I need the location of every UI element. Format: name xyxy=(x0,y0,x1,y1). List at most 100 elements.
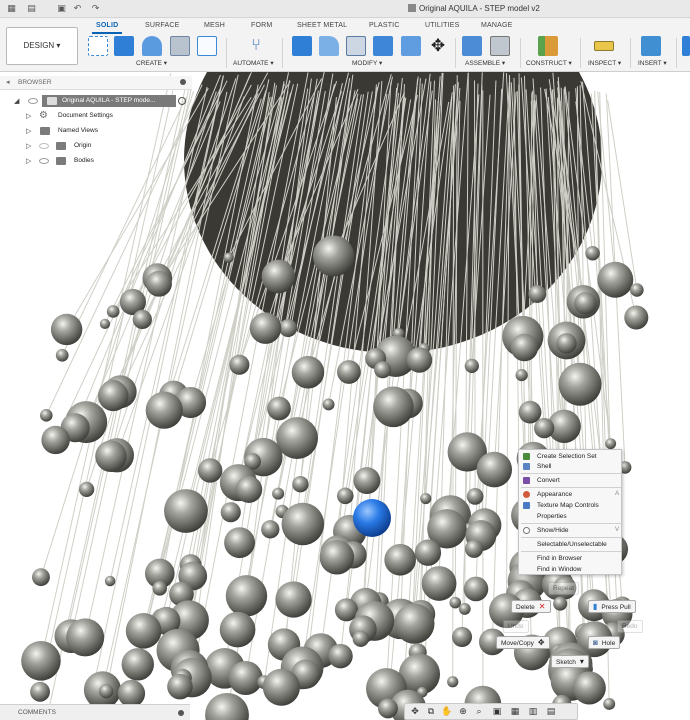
sphere-body[interactable] xyxy=(167,673,193,700)
sphere-body[interactable] xyxy=(225,575,268,617)
insert-image-icon[interactable] xyxy=(641,36,661,56)
menu-item-shell[interactable]: Shell xyxy=(519,461,623,472)
sphere-body[interactable] xyxy=(121,648,154,681)
sphere-body[interactable] xyxy=(104,575,116,587)
fit-icon[interactable]: ⌕ xyxy=(473,706,485,717)
sphere-body[interactable] xyxy=(378,698,398,719)
insert-group-label[interactable]: INSERT ▾ xyxy=(638,59,667,67)
offset-plane-icon[interactable] xyxy=(538,36,558,56)
sphere-body[interactable] xyxy=(205,692,249,720)
combine-icon[interactable] xyxy=(401,36,421,56)
menu-item-selectable[interactable]: Selectable/Unselectable xyxy=(519,539,623,550)
sphere-body[interactable] xyxy=(132,309,152,330)
move-icon[interactable]: ✥ xyxy=(428,36,448,56)
measure-icon[interactable] xyxy=(594,41,614,51)
sphere-body[interactable] xyxy=(337,360,361,384)
sphere-body[interactable] xyxy=(466,488,484,505)
construct-group-label[interactable]: CONSTRUCT ▾ xyxy=(526,59,572,67)
sphere-body[interactable] xyxy=(32,568,50,587)
tab-utilities[interactable]: UTILITIES xyxy=(425,22,459,29)
menu-item-texture-map-controls[interactable]: Texture Map Controls xyxy=(519,500,623,511)
menu-item-find-in-window[interactable]: Find in Window xyxy=(519,564,623,575)
sphere-body[interactable] xyxy=(125,612,162,649)
tab-surface[interactable]: SURFACE xyxy=(145,22,179,29)
sphere-body[interactable] xyxy=(510,333,539,362)
sphere-body[interactable] xyxy=(292,476,309,493)
collapse-icon[interactable]: ◂ xyxy=(6,78,10,86)
chamfer-icon[interactable] xyxy=(346,36,366,56)
hole-tool-icon[interactable] xyxy=(170,36,190,56)
comments-panel[interactable]: COMMENTS xyxy=(0,704,190,720)
sphere-body[interactable] xyxy=(21,641,61,681)
sphere-body[interactable] xyxy=(373,386,414,428)
sphere-body[interactable] xyxy=(624,305,649,330)
pan-icon[interactable]: ✋ xyxy=(441,706,453,717)
add-comment-icon[interactable] xyxy=(178,710,184,716)
collapsed-arrow-icon[interactable]: ▷ xyxy=(26,142,31,150)
collapsed-arrow-icon[interactable]: ▷ xyxy=(26,112,31,120)
marking-undo[interactable]: Undo xyxy=(503,620,529,633)
sphere-body[interactable] xyxy=(279,319,298,338)
sphere-body[interactable] xyxy=(337,487,354,505)
sphere-body[interactable] xyxy=(272,487,285,500)
selected-sphere[interactable] xyxy=(353,499,391,537)
sphere-body[interactable] xyxy=(229,354,250,375)
sphere-body[interactable] xyxy=(223,252,234,263)
shell-tool-icon[interactable] xyxy=(373,36,393,56)
sphere-body[interactable] xyxy=(528,285,547,303)
tab-manage[interactable]: MANAGE xyxy=(481,22,513,29)
sphere-body[interactable] xyxy=(603,698,616,710)
sphere-body[interactable] xyxy=(291,356,325,389)
assemble-group-label[interactable]: ASSEMBLE ▾ xyxy=(465,59,505,67)
sphere-body[interactable] xyxy=(281,502,325,546)
undo-icon[interactable]: ↶ xyxy=(72,3,83,14)
sphere-body[interactable] xyxy=(95,440,127,473)
3d-viewport[interactable] xyxy=(0,72,690,720)
sphere-body[interactable] xyxy=(39,409,53,422)
sphere-body[interactable] xyxy=(406,347,433,373)
sphere-body[interactable] xyxy=(464,539,484,558)
menu-item-appearance[interactable]: Appearance A xyxy=(519,489,623,500)
sphere-body[interactable] xyxy=(630,283,644,297)
modify-group-label[interactable]: MODIFY ▾ xyxy=(352,59,382,67)
marking-repeat[interactable]: Repeat xyxy=(548,582,579,595)
browser-header[interactable]: ◂ BROWSER xyxy=(0,76,192,90)
sphere-body[interactable] xyxy=(585,246,600,261)
orbit-icon[interactable]: ✥ xyxy=(409,706,421,717)
sphere-body[interactable] xyxy=(447,676,459,688)
marking-sketch[interactable]: Sketch ▾ xyxy=(551,655,589,668)
sphere-body[interactable] xyxy=(463,576,489,602)
look-at-icon[interactable]: ⧉ xyxy=(425,706,437,717)
sphere-body[interactable] xyxy=(41,425,70,455)
sphere-body[interactable] xyxy=(50,313,83,346)
sphere-body[interactable] xyxy=(464,358,479,374)
automate-icon[interactable]: ⑂ xyxy=(246,36,266,56)
sphere-body[interactable] xyxy=(261,259,296,294)
browser-item-origin[interactable]: ▷ Origin xyxy=(0,140,192,153)
extrude-icon[interactable] xyxy=(114,36,134,56)
browser-item-document-settings[interactable]: ▷ ⚙ Document Settings xyxy=(0,110,192,123)
menu-item-show-hide[interactable]: Show/Hide V xyxy=(519,525,623,536)
sphere-body[interactable] xyxy=(533,417,555,439)
viewports-icon[interactable]: ▥ xyxy=(527,706,539,717)
sphere-body[interactable] xyxy=(267,396,291,421)
sphere-body[interactable] xyxy=(313,235,355,277)
collapsed-arrow-icon[interactable]: ▷ xyxy=(26,127,31,135)
tab-sheet-metal[interactable]: SHEET METAL xyxy=(297,22,347,29)
browser-root[interactable]: ◢ Original AQUILA - STEP mode... xyxy=(0,95,192,108)
sphere-body[interactable] xyxy=(249,312,282,344)
sphere-body[interactable] xyxy=(414,539,442,566)
sphere-body[interactable] xyxy=(319,540,355,575)
sphere-body[interactable] xyxy=(384,543,416,576)
expand-arrow-icon[interactable]: ◢ xyxy=(14,97,19,105)
fillet-icon[interactable] xyxy=(319,36,339,56)
display-settings-icon[interactable]: ▣ xyxy=(491,706,503,717)
create-group-label[interactable]: CREATE ▾ xyxy=(136,59,167,67)
marking-press-pull[interactable]: ▮ Press Pull xyxy=(588,600,636,613)
sphere-body[interactable] xyxy=(353,467,381,494)
tab-solid[interactable]: SOLID xyxy=(96,22,118,29)
sphere-body[interactable] xyxy=(98,380,129,412)
sphere-body[interactable] xyxy=(420,492,432,505)
sphere-body[interactable] xyxy=(328,643,353,669)
sphere-body[interactable] xyxy=(224,527,255,559)
